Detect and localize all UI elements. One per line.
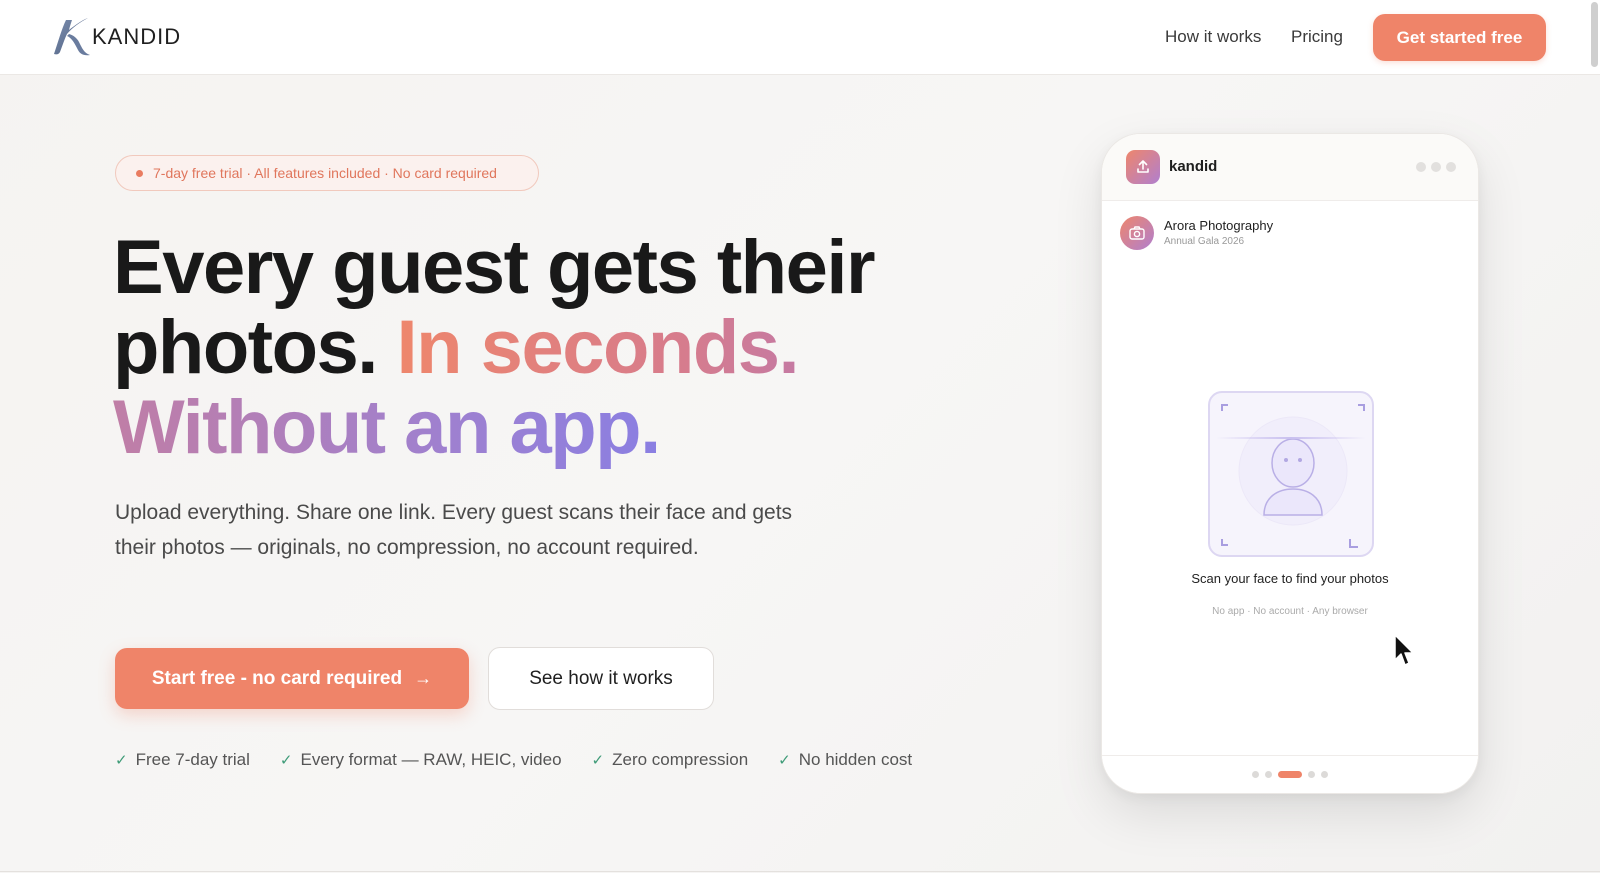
scan-line: [1216, 437, 1366, 439]
feature-item: ✓ Every format — RAW, HEIC, video: [280, 750, 562, 770]
headline-line-1: Every guest gets their: [113, 225, 876, 310]
hero-subtext: Upload everything. Share one link. Every…: [115, 501, 793, 559]
headline-line-2-dark: photos.: [113, 305, 378, 390]
face-scan-frame[interactable]: [1208, 391, 1374, 557]
event-name: Annual Gala 2026: [1164, 236, 1245, 247]
upload-glyph-icon: [1137, 160, 1149, 173]
carousel-pager[interactable]: [1252, 771, 1328, 778]
get-started-button[interactable]: Get started free: [1373, 14, 1546, 61]
start-free-label: Start free - no card required: [151, 667, 403, 689]
camera-glyph-icon: [1129, 226, 1145, 240]
pager-dot[interactable]: [1308, 771, 1315, 778]
phone-app-bar: kandid: [1102, 134, 1478, 201]
check-icon: ✓: [778, 752, 791, 769]
check-icon: ✓: [279, 752, 293, 769]
pager-dot[interactable]: [1252, 771, 1259, 778]
nav-pricing-link[interactable]: Pricing: [1291, 27, 1343, 47]
top-nav-bar: KANDID How it works Pricing Get started …: [0, 0, 1600, 75]
phone-footer: [1102, 755, 1478, 793]
mouse-pointer-icon: [1394, 634, 1414, 666]
trial-badge-text: 7-day free trial · All features included…: [153, 165, 497, 181]
feature-label: Zero compression: [612, 750, 749, 769]
headline-line-2-accent: In seconds.: [396, 305, 800, 390]
scan-caption: Scan your face to find your photos: [1191, 571, 1389, 586]
check-icon: ✓: [115, 752, 128, 769]
feature-item: ✓ Free 7-day trial: [115, 750, 250, 770]
scan-subcaption: No app · No account · Any browser: [1212, 606, 1368, 617]
phone-app-name: kandid: [1169, 158, 1218, 175]
see-how-it-works-button[interactable]: See how it works: [488, 647, 714, 710]
feature-label: Free 7-day trial: [135, 750, 250, 769]
upload-icon: [1126, 150, 1160, 184]
headline-line-3-accent: Without an app.: [113, 385, 661, 470]
arrow-right-icon: →: [414, 668, 433, 688]
face-scan-icon: [1221, 404, 1365, 548]
window-dots-icon: [1416, 162, 1456, 172]
pager-dot[interactable]: [1321, 771, 1328, 778]
k-logo-icon: [54, 18, 90, 56]
studio-name: Arora Photography: [1164, 218, 1274, 233]
feature-label: No hidden cost: [798, 750, 913, 769]
logo-wordmark: KANDID: [92, 24, 182, 49]
badge-dot-icon: [136, 169, 143, 177]
feature-label: Every format — RAW, HEIC, video: [300, 750, 562, 769]
pager-dot[interactable]: [1265, 771, 1272, 778]
hero-headline: Every guest gets their photos. In second…: [113, 228, 933, 468]
camera-icon: [1120, 216, 1154, 250]
phone-mockup: kandid Arora Photography Annual Gala 202…: [1101, 133, 1479, 794]
feature-item: ✓ Zero compression: [592, 750, 749, 770]
section-divider: [0, 871, 1600, 872]
pager-dot-active[interactable]: [1278, 771, 1302, 778]
check-icon: ✓: [591, 752, 605, 769]
start-free-button[interactable]: Start free - no card required →: [115, 648, 469, 709]
trial-badge: 7-day free trial · All features included…: [115, 155, 539, 191]
feature-list: ✓ Free 7-day trial ✓ Every format — RAW,…: [115, 750, 912, 770]
feature-item: ✓ No hidden cost: [778, 750, 912, 770]
nav-how-it-works-link[interactable]: How it works: [1165, 27, 1261, 47]
kandid-logo[interactable]: KANDID: [48, 14, 181, 60]
page-scrollbar[interactable]: [1591, 2, 1598, 67]
